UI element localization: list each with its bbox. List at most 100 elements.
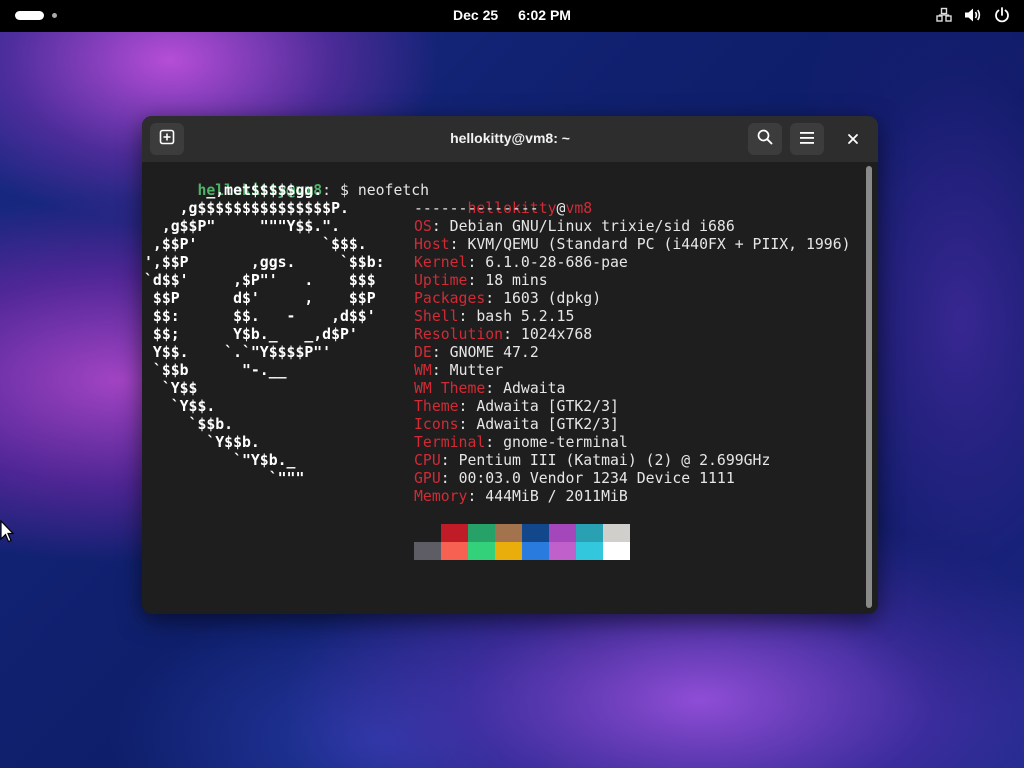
logo-line: `Y$$.: [144, 398, 216, 415]
info-value: Adwaita [GTK2/3]: [476, 416, 619, 433]
info-key: OS: [414, 218, 432, 235]
info-key: Host: [414, 236, 450, 253]
logo-line: $$P d$' , $$P: [144, 290, 376, 307]
info-value: 00:03.0 Vendor 1234 Device 1111: [458, 470, 735, 487]
command-line: hellokitty@vm8: $ neofetch: [144, 164, 429, 199]
info-value: Adwaita: [503, 380, 566, 397]
search-button[interactable]: [748, 123, 782, 155]
info-value: 1603 (dpkg): [503, 290, 602, 307]
logo-line: ,g$$$$$$$$$$$$$$$P.: [144, 200, 349, 217]
info-row: WM Theme: Adwaita: [414, 380, 566, 397]
info-value: 18 mins: [485, 272, 548, 289]
color-swatch: [441, 542, 468, 560]
color-swatch: [495, 542, 522, 560]
info-value: Pentium III (Katmai) (2) @ 2.699GHz: [458, 452, 771, 469]
info-value: Mutter: [449, 362, 504, 379]
info-row: Host: KVM/QEMU (Standard PC (i440FX + PI…: [414, 236, 851, 253]
logo-line: `$$b.: [144, 416, 234, 433]
color-swatch: [414, 542, 441, 560]
search-icon: [757, 129, 773, 149]
info-value: Debian GNU/Linux trixie/sid i686: [449, 218, 735, 235]
system-tray[interactable]: [936, 7, 1010, 23]
info-row: Theme: Adwaita [GTK2/3]: [414, 398, 619, 415]
info-row: Resolution: 1024x768: [414, 326, 593, 343]
color-swatch: [414, 524, 441, 542]
terminal-content[interactable]: hellokitty@vm8: $ neofetch _,met$$$$$gg.…: [142, 162, 878, 614]
info-value: 444MiB / 2011MiB: [485, 488, 628, 505]
logo-line: `$$b "-.__: [144, 362, 287, 379]
info-row: OS: Debian GNU/Linux trixie/sid i686: [414, 218, 735, 235]
info-key: DE: [414, 344, 432, 361]
info-row: Icons: Adwaita [GTK2/3]: [414, 416, 619, 433]
logo-line: ,$$P' `$$$.: [144, 236, 367, 253]
terminal-window[interactable]: hellokitty@vm8: ~ hellokitty@vm8: $ neof…: [142, 116, 878, 614]
clock-button[interactable]: Dec 25 6:02 PM: [0, 7, 1024, 23]
info-value: 6.1.0-28-686-pae: [485, 254, 628, 271]
color-swatch: [441, 524, 468, 542]
color-swatch: [603, 524, 630, 542]
logo-line: `Y$$: [144, 380, 198, 397]
clock-date: Dec 25: [453, 7, 499, 23]
color-swatch: [468, 524, 495, 542]
info-value: 1024x768: [520, 326, 593, 343]
info-key: GPU: [414, 470, 441, 487]
info-separator: --------------: [414, 200, 539, 217]
color-swatch: [549, 524, 576, 542]
info-value: Adwaita [GTK2/3]: [476, 398, 619, 415]
logo-line: `"Y$b._: [144, 452, 296, 469]
info-key: Shell: [414, 308, 459, 325]
info-key: Icons: [414, 416, 459, 433]
info-row: GPU: 00:03.0 Vendor 1234 Device 1111: [414, 470, 735, 487]
info-value: GNOME 47.2: [449, 344, 539, 361]
volume-icon: [964, 7, 982, 23]
color-swatch: [522, 542, 549, 560]
logo-line: `Y$$b.: [144, 434, 260, 451]
logo-line: `d$$' ,$P"' . $$$: [144, 272, 376, 289]
prompt-suffix: : $: [322, 182, 358, 199]
color-swatch: [576, 524, 603, 542]
info-key: WM Theme: [414, 380, 486, 397]
hamburger-menu-icon: [799, 130, 815, 149]
info-row: Uptime: 18 mins: [414, 272, 548, 289]
info-value: bash 5.2.15: [476, 308, 575, 325]
mouse-pointer-icon: [0, 519, 15, 548]
main-menu-button[interactable]: [790, 123, 824, 155]
info-key: Kernel: [414, 254, 468, 271]
window-headerbar[interactable]: hellokitty@vm8: ~: [142, 116, 878, 162]
info-key: Uptime: [414, 272, 468, 289]
color-swatch: [468, 542, 495, 560]
info-row: WM: Mutter: [414, 362, 504, 379]
color-palette-row-1: [414, 524, 630, 542]
info-row: Packages: 1603 (dpkg): [414, 290, 602, 307]
close-window-button[interactable]: [839, 125, 867, 153]
vertical-scrollbar[interactable]: [866, 166, 872, 608]
info-value: gnome-terminal: [503, 434, 628, 451]
logo-line: $$: $$. - ,d$$': [144, 308, 376, 325]
color-swatch: [495, 524, 522, 542]
logo-line: ,g$$P" """Y$$.".: [144, 218, 340, 235]
info-row: Terminal: gnome-terminal: [414, 434, 628, 451]
info-row: CPU: Pentium III (Katmai) (2) @ 2.699GHz: [414, 452, 771, 469]
logo-line: _,met$$$$$gg.: [144, 182, 323, 199]
info-key: Resolution: [414, 326, 504, 343]
info-row: Memory: 444MiB / 2011MiB: [414, 488, 628, 505]
info-key: Memory: [414, 488, 468, 505]
power-icon: [994, 7, 1010, 23]
top-bar: Dec 25 6:02 PM: [0, 0, 1024, 32]
color-swatch: [576, 542, 603, 560]
logo-line: $$; Y$b._ _,d$P': [144, 326, 358, 343]
info-key: Theme: [414, 398, 459, 415]
active-prompt-line[interactable]: hellokitty@vm8: $: [144, 596, 367, 614]
logo-line: ',$$P ,ggs. `$$b:: [144, 254, 385, 271]
info-row: DE: GNOME 47.2: [414, 344, 539, 361]
logo-line: Y$$. `.`"Y$$$$P"': [144, 344, 332, 361]
color-swatch: [603, 542, 630, 560]
info-host: vm8: [565, 200, 593, 217]
logo-line: `""": [144, 470, 305, 487]
color-swatch: [549, 542, 576, 560]
info-row: Kernel: 6.1.0-28-686-pae: [414, 254, 628, 271]
color-swatch: [522, 524, 549, 542]
info-row: Shell: bash 5.2.15: [414, 308, 575, 325]
info-key: Packages: [414, 290, 486, 307]
info-key: Terminal: [414, 434, 486, 451]
